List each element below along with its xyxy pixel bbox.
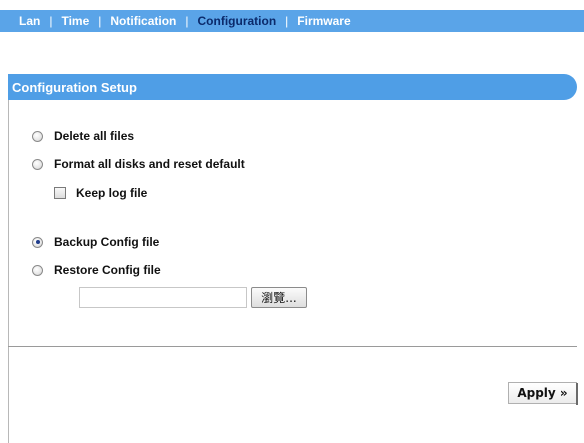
tab-separator: |	[185, 14, 189, 28]
browse-button[interactable]: 瀏覽...	[251, 287, 307, 308]
divider	[8, 346, 577, 347]
option-format-reset[interactable]: Format all disks and reset default	[32, 157, 245, 171]
keep-log-label: Keep log file	[76, 186, 148, 200]
tab-firmware[interactable]: Firmware	[290, 14, 357, 28]
content-left-border	[8, 100, 9, 443]
option-backup[interactable]: Backup Config file	[32, 235, 159, 249]
format-reset-radio[interactable]	[32, 158, 43, 170]
restore-radio[interactable]	[32, 264, 43, 276]
tab-time[interactable]: Time	[54, 14, 96, 28]
delete-all-radio[interactable]	[32, 130, 43, 142]
tab-lan[interactable]: Lan	[12, 14, 47, 28]
tab-separator: |	[49, 14, 53, 28]
backup-label: Backup Config file	[54, 235, 160, 249]
top-tab-bar: Lan | Time | Notification | Configuratio…	[0, 10, 584, 32]
tab-notification[interactable]: Notification	[103, 14, 183, 28]
backup-radio[interactable]	[32, 236, 43, 248]
option-keep-log[interactable]: Keep log file	[54, 186, 147, 200]
tab-configuration[interactable]: Configuration	[191, 14, 284, 28]
config-file-input[interactable]	[79, 287, 247, 308]
keep-log-checkbox[interactable]	[54, 187, 66, 199]
option-restore[interactable]: Restore Config file	[32, 263, 161, 277]
format-reset-label: Format all disks and reset default	[54, 157, 245, 171]
option-delete-all[interactable]: Delete all files	[32, 129, 134, 143]
apply-button[interactable]: Apply »	[508, 382, 578, 405]
tab-separator: |	[285, 14, 289, 28]
restore-label: Restore Config file	[54, 263, 161, 277]
section-title: Configuration Setup	[12, 79, 137, 95]
tab-separator: |	[98, 14, 102, 28]
delete-all-label: Delete all files	[54, 129, 135, 143]
section-header: Configuration Setup	[8, 74, 577, 100]
